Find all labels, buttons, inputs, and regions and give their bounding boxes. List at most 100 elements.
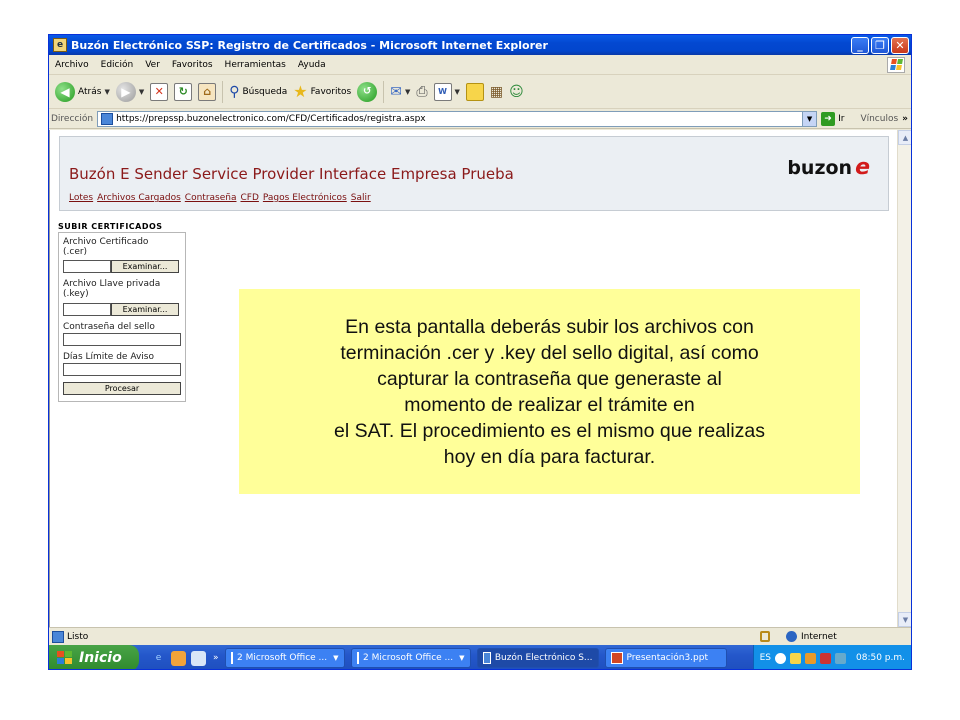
close-button[interactable]: ✕	[891, 36, 909, 54]
clock: 08:50 p.m.	[856, 653, 905, 663]
minimize-button[interactable]: _	[851, 36, 869, 54]
outlook-icon	[356, 652, 359, 664]
days-limit-input[interactable]	[63, 363, 181, 376]
callout-line: el SAT. El procedimiento es el mismo que…	[334, 419, 765, 442]
scroll-up-icon[interactable]: ▲	[898, 130, 911, 145]
taskbar-item-excel[interactable]: 2 Microsoft Office ... ▼	[224, 648, 345, 668]
nav-link-archivos-cargados[interactable]: Archivos Cargados	[97, 193, 181, 203]
nav-link-lotes[interactable]: Lotes	[69, 193, 93, 203]
forward-button[interactable]: ▶ ▼	[115, 81, 144, 102]
media-quicklaunch-icon[interactable]	[191, 650, 206, 666]
links-label[interactable]: Vínculos	[860, 114, 898, 124]
research-button[interactable]: ▦	[490, 84, 503, 100]
window-title: Buzón Electrónico SSP: Registro de Certi…	[71, 38, 548, 52]
refresh-button[interactable]: ↻	[174, 82, 193, 101]
submit-button[interactable]: Procesar	[63, 382, 181, 395]
page-icon	[101, 112, 114, 125]
nav-link-salir[interactable]: Salir	[351, 193, 371, 203]
scroll-down-icon[interactable]: ▼	[898, 612, 911, 627]
menu-bar: Archivo Edición Ver Favoritos Herramient…	[49, 55, 911, 75]
days-limit-label: Días Límite de Aviso	[63, 352, 154, 362]
note-icon	[465, 82, 484, 101]
back-dropdown-icon[interactable]: ▼	[104, 88, 109, 96]
system-tray: ES 08:50 p.m.	[752, 645, 911, 669]
callout-line: En esta pantalla deberás subir los archi…	[345, 315, 754, 338]
status-bar: Listo Internet	[49, 627, 911, 645]
page-content: Buzón E Sender Service Provider Interfac…	[49, 130, 897, 627]
taskbar-item-browser[interactable]: Buzón Electrónico S...	[476, 648, 599, 668]
favorites-button[interactable]: ★ Favoritos	[293, 82, 351, 101]
history-button[interactable]: ↺	[357, 81, 378, 102]
menu-edicion[interactable]: Edición	[95, 60, 140, 70]
form-title: SUBIR CERTIFICADOS	[58, 222, 163, 231]
edit-button[interactable]: W ▼	[433, 82, 460, 101]
ie-quicklaunch-icon[interactable]: e	[151, 651, 166, 666]
back-label: Atrás	[78, 86, 102, 97]
stop-button[interactable]: ✕	[150, 82, 169, 101]
tray-network-icon[interactable]	[835, 652, 846, 664]
taskbar-item-outlook[interactable]: 2 Microsoft Office ... ▼	[350, 648, 471, 668]
go-arrow-icon: ➜	[821, 111, 836, 126]
key-file-label: Archivo Llave privada (.key)	[63, 279, 161, 299]
task-label: Presentación3.ppt	[626, 653, 708, 663]
ie-icon	[482, 652, 491, 664]
menu-ayuda[interactable]: Ayuda	[292, 60, 332, 70]
search-button[interactable]: ⚲ Búsqueda	[229, 84, 287, 100]
discuss-button[interactable]	[465, 82, 484, 101]
maximize-button[interactable]: ❐	[871, 36, 889, 54]
tray-mail-icon[interactable]	[790, 652, 801, 664]
brand-logo: buzon e	[787, 155, 870, 180]
chevron-right-icon[interactable]: »	[902, 114, 908, 124]
taskbar-item-powerpoint[interactable]: Presentación3.ppt	[604, 648, 727, 668]
start-button[interactable]: Inicio	[49, 645, 139, 669]
title-bar[interactable]: e Buzón Electrónico SSP: Registro de Cer…	[49, 35, 911, 55]
edit-dropdown-icon[interactable]: ▼	[455, 88, 460, 96]
key-browse-button[interactable]: Examinar...	[111, 303, 179, 316]
excel-icon	[230, 652, 233, 664]
favorites-label: Favoritos	[310, 86, 352, 97]
menu-herramientas[interactable]: Herramientas	[219, 60, 292, 70]
cert-file-label: Archivo Certificado (.cer)	[63, 237, 149, 257]
url-input[interactable]: https://prepssp.buzonelectronico.com/CFD…	[97, 110, 818, 127]
powerpoint-icon	[610, 652, 623, 664]
instruction-callout: En esta pantalla deberás subir los archi…	[239, 289, 860, 494]
print-button[interactable]: ⎙	[416, 84, 427, 100]
menu-ver[interactable]: Ver	[139, 60, 166, 70]
back-button[interactable]: ◀ Atrás ▼	[55, 81, 110, 102]
task-label: Buzón Electrónico S...	[494, 653, 593, 663]
nav-link-cfd[interactable]: CFD	[240, 193, 258, 203]
outlook-quicklaunch-icon[interactable]	[171, 650, 186, 666]
vertical-scrollbar[interactable]: ▲ ▼	[897, 130, 911, 627]
back-arrow-icon: ◀	[55, 81, 75, 102]
messenger-button[interactable]: ☺	[509, 84, 524, 100]
tray-shield-icon[interactable]	[820, 652, 831, 664]
site-title: Buzón E Sender Service Provider Interfac…	[69, 165, 514, 183]
language-indicator[interactable]: ES	[760, 653, 771, 663]
address-label: Dirección	[51, 113, 94, 124]
key-file-input[interactable]	[63, 303, 111, 316]
home-icon: ⌂	[198, 82, 217, 101]
windows-flag-icon	[57, 651, 73, 665]
cert-file-input[interactable]	[63, 260, 111, 273]
mail-button[interactable]: ✉ ▼	[390, 84, 410, 100]
password-input[interactable]	[63, 333, 181, 346]
search-label: Búsqueda	[242, 86, 288, 97]
nav-link-pagos-electronicos[interactable]: Pagos Electrónicos	[263, 193, 347, 203]
windows-logo-icon	[887, 56, 905, 73]
menu-favoritos[interactable]: Favoritos	[166, 60, 219, 70]
mail-dropdown-icon[interactable]: ▼	[405, 88, 410, 96]
callout-line: capturar la contraseña que generaste al	[377, 367, 722, 390]
url-dropdown-icon[interactable]: ▼	[802, 111, 817, 126]
menu-archivo[interactable]: Archivo	[49, 60, 95, 70]
group-dropdown-icon: ▼	[459, 654, 465, 662]
chevron-right-icon[interactable]: »	[213, 653, 219, 663]
forward-arrow-icon: ▶	[115, 81, 136, 102]
go-button[interactable]: ➜ Ir	[821, 111, 844, 126]
home-button[interactable]: ⌂	[198, 82, 217, 101]
tray-folder-icon[interactable]	[805, 652, 816, 664]
cert-browse-button[interactable]: Examinar...	[111, 260, 179, 273]
tray-arrow-icon[interactable]	[775, 652, 786, 664]
messenger-icon: ☺	[509, 83, 524, 100]
nav-link-contrasena[interactable]: Contraseña	[185, 193, 237, 203]
forward-dropdown-icon[interactable]: ▼	[139, 88, 144, 96]
